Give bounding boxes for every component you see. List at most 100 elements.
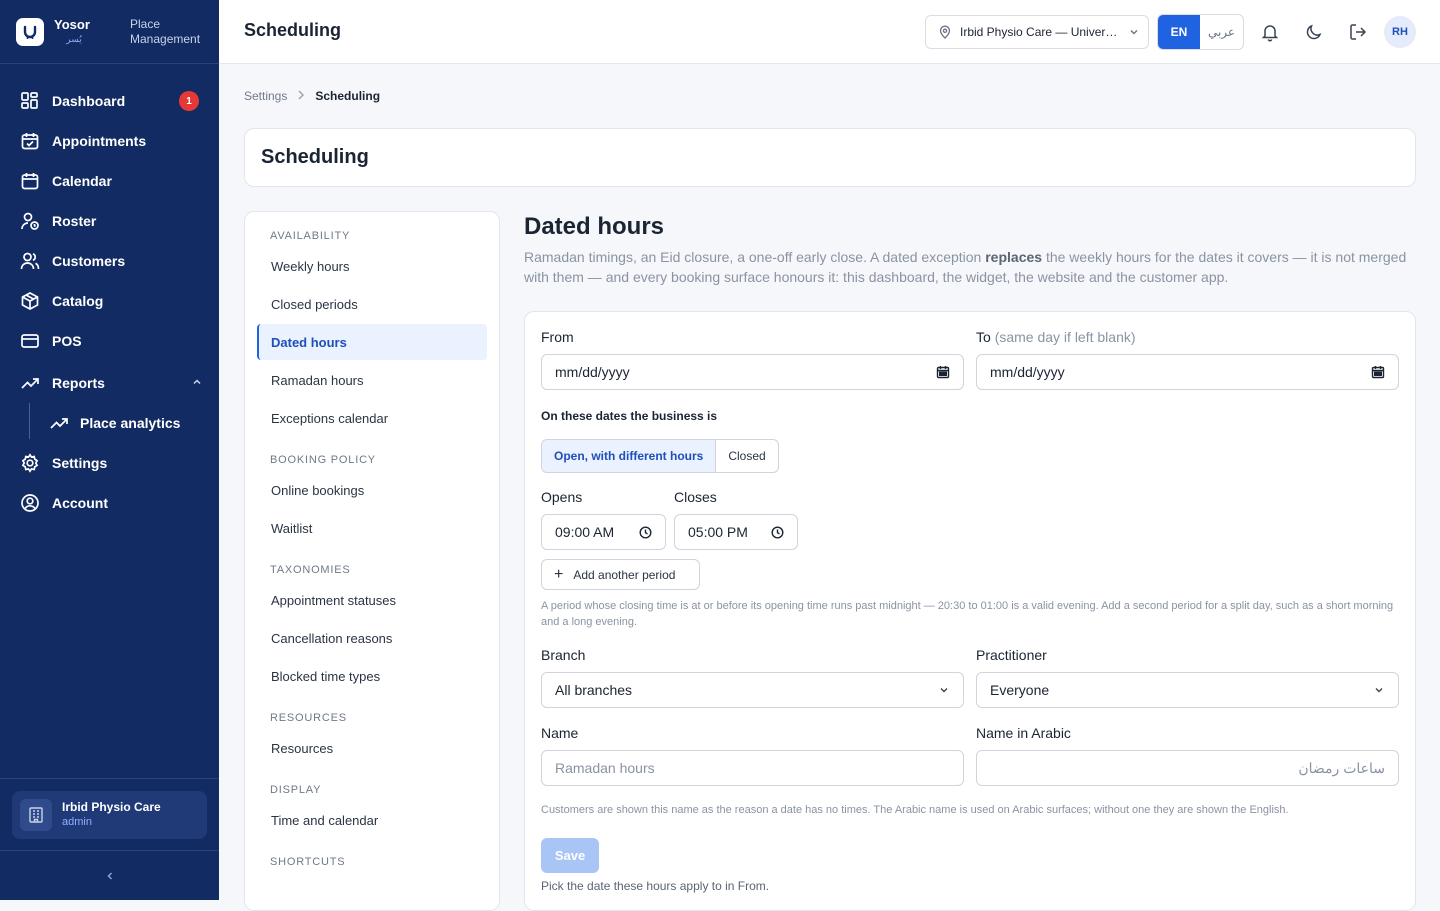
brand-name: Yosor يُسر	[54, 17, 94, 46]
opens-label: Opens	[541, 489, 583, 505]
trend-up-icon	[21, 378, 39, 389]
from-date-input[interactable]: mm/dd/yyyy	[541, 354, 964, 390]
menu-ramadan-hours[interactable]: Ramadan hours	[257, 362, 487, 398]
chevron-right-icon	[297, 89, 305, 103]
credit-card-icon	[21, 334, 39, 348]
branch-select[interactable]: All branches	[541, 672, 964, 708]
menu-waitlist[interactable]: Waitlist	[257, 510, 487, 546]
section-booking-policy: BOOKING POLICY	[270, 454, 376, 466]
moon-icon[interactable]	[1304, 22, 1324, 42]
add-period-label: Add another period	[573, 567, 676, 582]
name-placeholder: Ramadan hours	[555, 760, 655, 776]
dashboard-badge: 1	[179, 91, 199, 111]
section-shortcuts: SHORTCUTS	[270, 856, 346, 868]
menu-exceptions-calendar[interactable]: Exceptions calendar	[257, 400, 487, 436]
current-place-name: Irbid Physio Care admin	[62, 800, 161, 830]
menu-resources[interactable]: Resources	[257, 730, 487, 766]
practitioner-label: Practitioner	[976, 647, 1047, 663]
menu-closed-periods[interactable]: Closed periods	[257, 286, 487, 322]
menu-cancellation-reasons[interactable]: Cancellation reasons	[257, 620, 487, 656]
nav-reports[interactable]: Reports	[0, 363, 219, 403]
clock-icon[interactable]	[771, 525, 784, 539]
add-period-button[interactable]: + Add another period	[541, 559, 700, 590]
collapse-sidebar-button[interactable]	[0, 850, 219, 900]
nav-pos[interactable]: POS	[0, 321, 219, 361]
calendar-icon	[21, 173, 39, 190]
language-toggle: EN عربي	[1157, 14, 1244, 50]
to-label-text: To	[976, 329, 991, 345]
place-selector[interactable]: Irbid Physio Care — University Street	[925, 15, 1149, 49]
nav-place-analytics[interactable]: Place analytics	[0, 403, 219, 443]
sidebar-footer: Irbid Physio Care admin	[0, 778, 219, 900]
main-nav: Dashboard 1 Appointments Calendar Roster…	[0, 64, 219, 523]
yosor-logo-icon[interactable]	[16, 17, 44, 46]
nav-customers[interactable]: Customers	[0, 241, 219, 281]
gear-icon	[21, 453, 39, 473]
user-avatar[interactable]: RH	[1384, 16, 1416, 48]
sidebar: Yosor يُسر Place Management Dashboard 1 …	[0, 0, 219, 900]
brand-subtitle-line2: Management	[130, 31, 201, 46]
save-hint: Pick the date these hours apply to in Fr…	[541, 879, 770, 893]
nav-roster-label: Roster	[52, 213, 97, 229]
chevron-down-icon	[940, 688, 948, 693]
name-input[interactable]: Ramadan hours	[541, 750, 964, 786]
nav-reports-label: Reports	[52, 375, 105, 391]
branch-value: All branches	[555, 682, 633, 698]
business-status-toggle: Open, with different hours Closed	[541, 439, 779, 473]
bell-icon[interactable]	[1260, 22, 1280, 42]
name-ar-placeholder: ساعات رمضان	[1298, 759, 1385, 776]
chevron-up-icon[interactable]	[191, 376, 203, 388]
option-open-different-hours[interactable]: Open, with different hours	[542, 440, 717, 472]
nav-account-label: Account	[52, 495, 108, 511]
menu-time-and-calendar[interactable]: Time and calendar	[257, 802, 487, 838]
save-button[interactable]: Save	[541, 838, 599, 873]
opens-time-value: 09:00 AM	[555, 524, 615, 540]
menu-online-bookings[interactable]: Online bookings	[257, 472, 487, 508]
nav-customers-label: Customers	[52, 253, 126, 269]
lang-en-button[interactable]: EN	[1158, 15, 1200, 49]
opens-time-input[interactable]: 09:00 AM	[541, 514, 666, 550]
menu-dated-hours[interactable]: Dated hours	[257, 324, 487, 360]
business-status-label: On these dates the business is	[541, 409, 718, 423]
logout-icon[interactable]	[1348, 22, 1368, 42]
nav-roster[interactable]: Roster	[0, 201, 219, 241]
period-note: A period whose closing time is at or bef…	[541, 600, 1394, 628]
brand: Yosor يُسر Place Management	[0, 0, 219, 64]
name-ar-input[interactable]: ساعات رمضان	[976, 750, 1399, 786]
nav-calendar[interactable]: Calendar	[0, 161, 219, 201]
plus-icon: +	[554, 565, 564, 583]
map-pin-icon	[939, 25, 951, 39]
section-description: Ramadan timings, an Eid closure, a one-o…	[524, 247, 1416, 287]
menu-blocked-time-types[interactable]: Blocked time types	[257, 658, 487, 694]
nav-account[interactable]: Account	[0, 483, 219, 523]
from-date-value: mm/dd/yyyy	[555, 364, 630, 380]
page-title: Scheduling	[244, 128, 1416, 187]
user-circle-icon	[21, 494, 39, 512]
nav-pos-label: POS	[52, 333, 82, 349]
topbar: Scheduling Irbid Physio Care — Universit…	[219, 0, 1440, 64]
to-date-input[interactable]: mm/dd/yyyy	[976, 354, 1399, 390]
section-taxonomies: TAXONOMIES	[270, 564, 351, 576]
nav-appointments-label: Appointments	[52, 133, 147, 149]
calendar-icon[interactable]	[936, 365, 950, 379]
chevron-down-icon	[1375, 688, 1383, 693]
menu-appointment-statuses[interactable]: Appointment statuses	[257, 582, 487, 618]
breadcrumb-current: Scheduling	[315, 89, 381, 103]
nav-place-analytics-label: Place analytics	[80, 415, 181, 431]
nav-appointments[interactable]: Appointments	[0, 121, 219, 161]
menu-weekly-hours[interactable]: Weekly hours	[257, 248, 487, 284]
clock-icon[interactable]	[639, 525, 652, 539]
current-place-card[interactable]: Irbid Physio Care admin	[12, 791, 207, 839]
nav-settings[interactable]: Settings	[0, 443, 219, 483]
section-resources: RESOURCES	[270, 712, 347, 724]
breadcrumb-settings[interactable]: Settings	[244, 89, 287, 103]
closes-time-input[interactable]: 05:00 PM	[674, 514, 798, 550]
calendar-icon[interactable]	[1371, 365, 1385, 379]
nav-dashboard[interactable]: Dashboard 1	[0, 81, 219, 121]
dashboard-icon	[21, 92, 38, 109]
lang-ar-button[interactable]: عربي	[1200, 15, 1243, 49]
practitioner-select[interactable]: Everyone	[976, 672, 1399, 708]
desc-emphasis: replaces	[985, 249, 1043, 265]
option-closed[interactable]: Closed	[716, 440, 777, 472]
nav-catalog[interactable]: Catalog	[0, 281, 219, 321]
